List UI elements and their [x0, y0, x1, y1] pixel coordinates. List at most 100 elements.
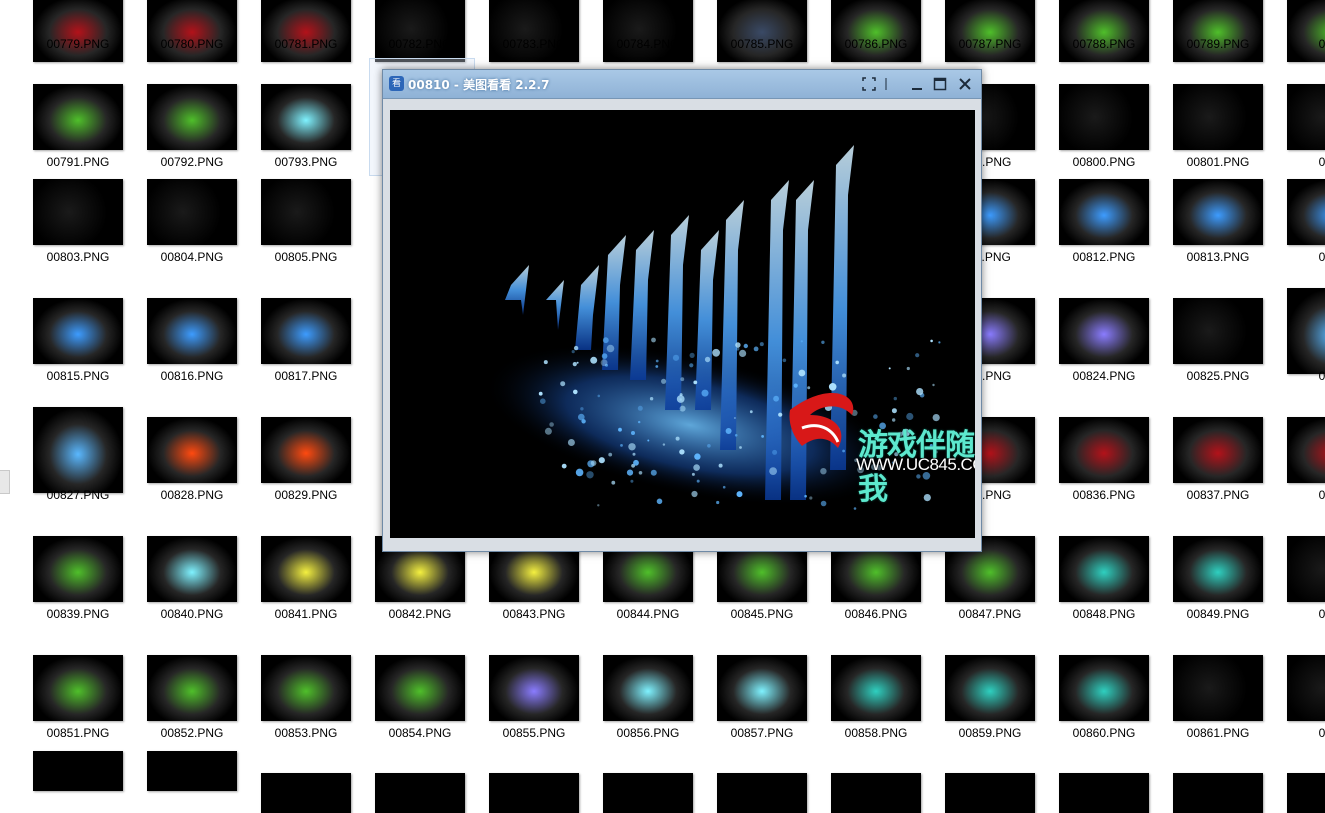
file-thumbnail[interactable] — [1287, 179, 1325, 245]
file-thumbnail[interactable] — [375, 0, 465, 62]
file-thumbnail[interactable] — [1173, 536, 1263, 602]
viewer-titlebar[interactable]: 看 00810 - 美图看看 2.2.7 — [383, 70, 981, 99]
file-thumbnail[interactable] — [33, 751, 123, 791]
file-thumbnail[interactable] — [831, 655, 921, 721]
file-thumbnail[interactable] — [489, 773, 579, 813]
file-thumbnail[interactable] — [831, 773, 921, 813]
file-thumbnail[interactable] — [1173, 84, 1263, 150]
file-item[interactable]: 00812.PNG — [1059, 179, 1173, 298]
file-item[interactable]: 00836.PNG — [1059, 417, 1173, 536]
file-thumbnail[interactable] — [1287, 0, 1325, 62]
viewer-image-canvas[interactable]: 游戏伴随我 WWW.UC845.COM — [390, 110, 975, 538]
file-thumbnail[interactable] — [147, 655, 237, 721]
file-thumbnail[interactable] — [1059, 773, 1149, 813]
file-item[interactable]: 00803.PNG — [33, 179, 147, 298]
file-item[interactable]: 00855.PNG — [489, 655, 603, 774]
file-thumbnail[interactable] — [33, 407, 123, 493]
file-item[interactable]: 00854.PNG — [375, 655, 489, 774]
file-thumbnail[interactable] — [1059, 536, 1149, 602]
file-item[interactable]: 00815.PNG — [33, 298, 147, 417]
file-thumbnail[interactable] — [945, 0, 1035, 62]
file-item[interactable]: 00824.PNG — [1059, 298, 1173, 417]
file-thumbnail[interactable] — [1287, 655, 1325, 721]
file-thumbnail[interactable] — [489, 0, 579, 62]
file-thumbnail[interactable] — [1173, 0, 1263, 62]
file-thumbnail[interactable] — [375, 773, 465, 813]
file-item[interactable]: 00804.PNG — [147, 179, 261, 298]
file-item[interactable]: 00839.PNG — [33, 536, 147, 655]
scrollbar-handle[interactable] — [0, 470, 10, 494]
file-thumbnail[interactable] — [1059, 179, 1149, 245]
file-item[interactable]: 00848.PNG — [1059, 536, 1173, 655]
file-item[interactable]: 00845.PNG — [717, 536, 831, 655]
file-thumbnail[interactable] — [1173, 417, 1263, 483]
file-thumbnail[interactable] — [261, 773, 351, 813]
file-item[interactable]: 00840.PNG — [147, 536, 261, 655]
file-item[interactable]: 00856.PNG — [603, 655, 717, 774]
file-thumbnail[interactable] — [147, 0, 237, 62]
file-thumbnail[interactable] — [33, 655, 123, 721]
file-thumbnail[interactable] — [1059, 298, 1149, 364]
file-item[interactable]: 00861.PNG — [1173, 655, 1287, 774]
file-item[interactable]: 00805.PNG — [261, 179, 375, 298]
file-thumbnail[interactable] — [1173, 179, 1263, 245]
file-thumbnail[interactable] — [1173, 655, 1263, 721]
file-item[interactable]: 00825.PNG — [1173, 298, 1287, 417]
file-thumbnail[interactable] — [261, 655, 351, 721]
close-icon[interactable] — [955, 74, 975, 94]
file-thumbnail[interactable] — [33, 0, 123, 62]
file-thumbnail[interactable] — [831, 0, 921, 62]
file-thumbnail[interactable] — [33, 179, 123, 245]
file-item[interactable]: 0083 — [1287, 417, 1325, 536]
file-item[interactable]: 00829.PNG — [261, 417, 375, 536]
file-item[interactable]: 00843.PNG — [489, 536, 603, 655]
file-thumbnail[interactable] — [717, 0, 807, 62]
file-item[interactable]: 0086 — [1287, 655, 1325, 774]
file-item[interactable]: 00816.PNG — [147, 298, 261, 417]
file-item[interactable]: 00828.PNG — [147, 417, 261, 536]
file-thumbnail[interactable] — [1059, 0, 1149, 62]
file-thumbnail[interactable] — [717, 655, 807, 721]
file-item[interactable]: 00860.PNG — [1059, 655, 1173, 774]
file-thumbnail[interactable] — [33, 536, 123, 602]
file-item[interactable]: 0085 — [1287, 536, 1325, 655]
file-thumbnail[interactable] — [1059, 84, 1149, 150]
file-thumbnail[interactable] — [945, 773, 1035, 813]
file-thumbnail[interactable] — [1173, 298, 1263, 364]
file-item[interactable]: 00842.PNG — [375, 536, 489, 655]
file-thumbnail[interactable] — [1287, 417, 1325, 483]
file-thumbnail[interactable] — [1287, 84, 1325, 150]
file-item[interactable]: 00847.PNG — [945, 536, 1059, 655]
file-item[interactable]: 00817.PNG — [261, 298, 375, 417]
maximize-icon[interactable] — [930, 74, 950, 94]
file-thumbnail[interactable] — [1287, 288, 1325, 374]
file-thumbnail[interactable] — [147, 751, 237, 791]
file-thumbnail[interactable] — [261, 417, 351, 483]
file-thumbnail[interactable] — [147, 536, 237, 602]
file-thumbnail[interactable] — [261, 0, 351, 62]
file-item[interactable]: 00857.PNG — [717, 655, 831, 774]
file-thumbnail[interactable] — [33, 84, 123, 150]
file-item[interactable]: 00846.PNG — [831, 536, 945, 655]
file-item[interactable]: 00849.PNG — [1173, 536, 1287, 655]
file-item[interactable]: 00827.PNG — [33, 407, 147, 536]
file-thumbnail[interactable] — [261, 84, 351, 150]
file-item[interactable]: 00859.PNG — [945, 655, 1059, 774]
file-thumbnail[interactable] — [1287, 536, 1325, 602]
fullscreen-icon[interactable] — [859, 74, 879, 94]
file-item[interactable]: 00858.PNG — [831, 655, 945, 774]
file-item[interactable]: 00841.PNG — [261, 536, 375, 655]
file-item[interactable]: 00844.PNG — [603, 536, 717, 655]
minimize-icon[interactable] — [907, 74, 927, 94]
file-thumbnail[interactable] — [147, 84, 237, 150]
file-thumbnail[interactable] — [1287, 773, 1325, 813]
file-thumbnail[interactable] — [489, 655, 579, 721]
file-item[interactable]: 0081 — [1287, 179, 1325, 298]
file-thumbnail[interactable] — [1173, 773, 1263, 813]
file-item[interactable]: 00837.PNG — [1173, 417, 1287, 536]
file-thumbnail[interactable] — [1059, 417, 1149, 483]
file-item[interactable]: 0082 — [1287, 288, 1325, 417]
file-thumbnail[interactable] — [33, 298, 123, 364]
file-thumbnail[interactable] — [147, 298, 237, 364]
file-thumbnail[interactable] — [375, 655, 465, 721]
